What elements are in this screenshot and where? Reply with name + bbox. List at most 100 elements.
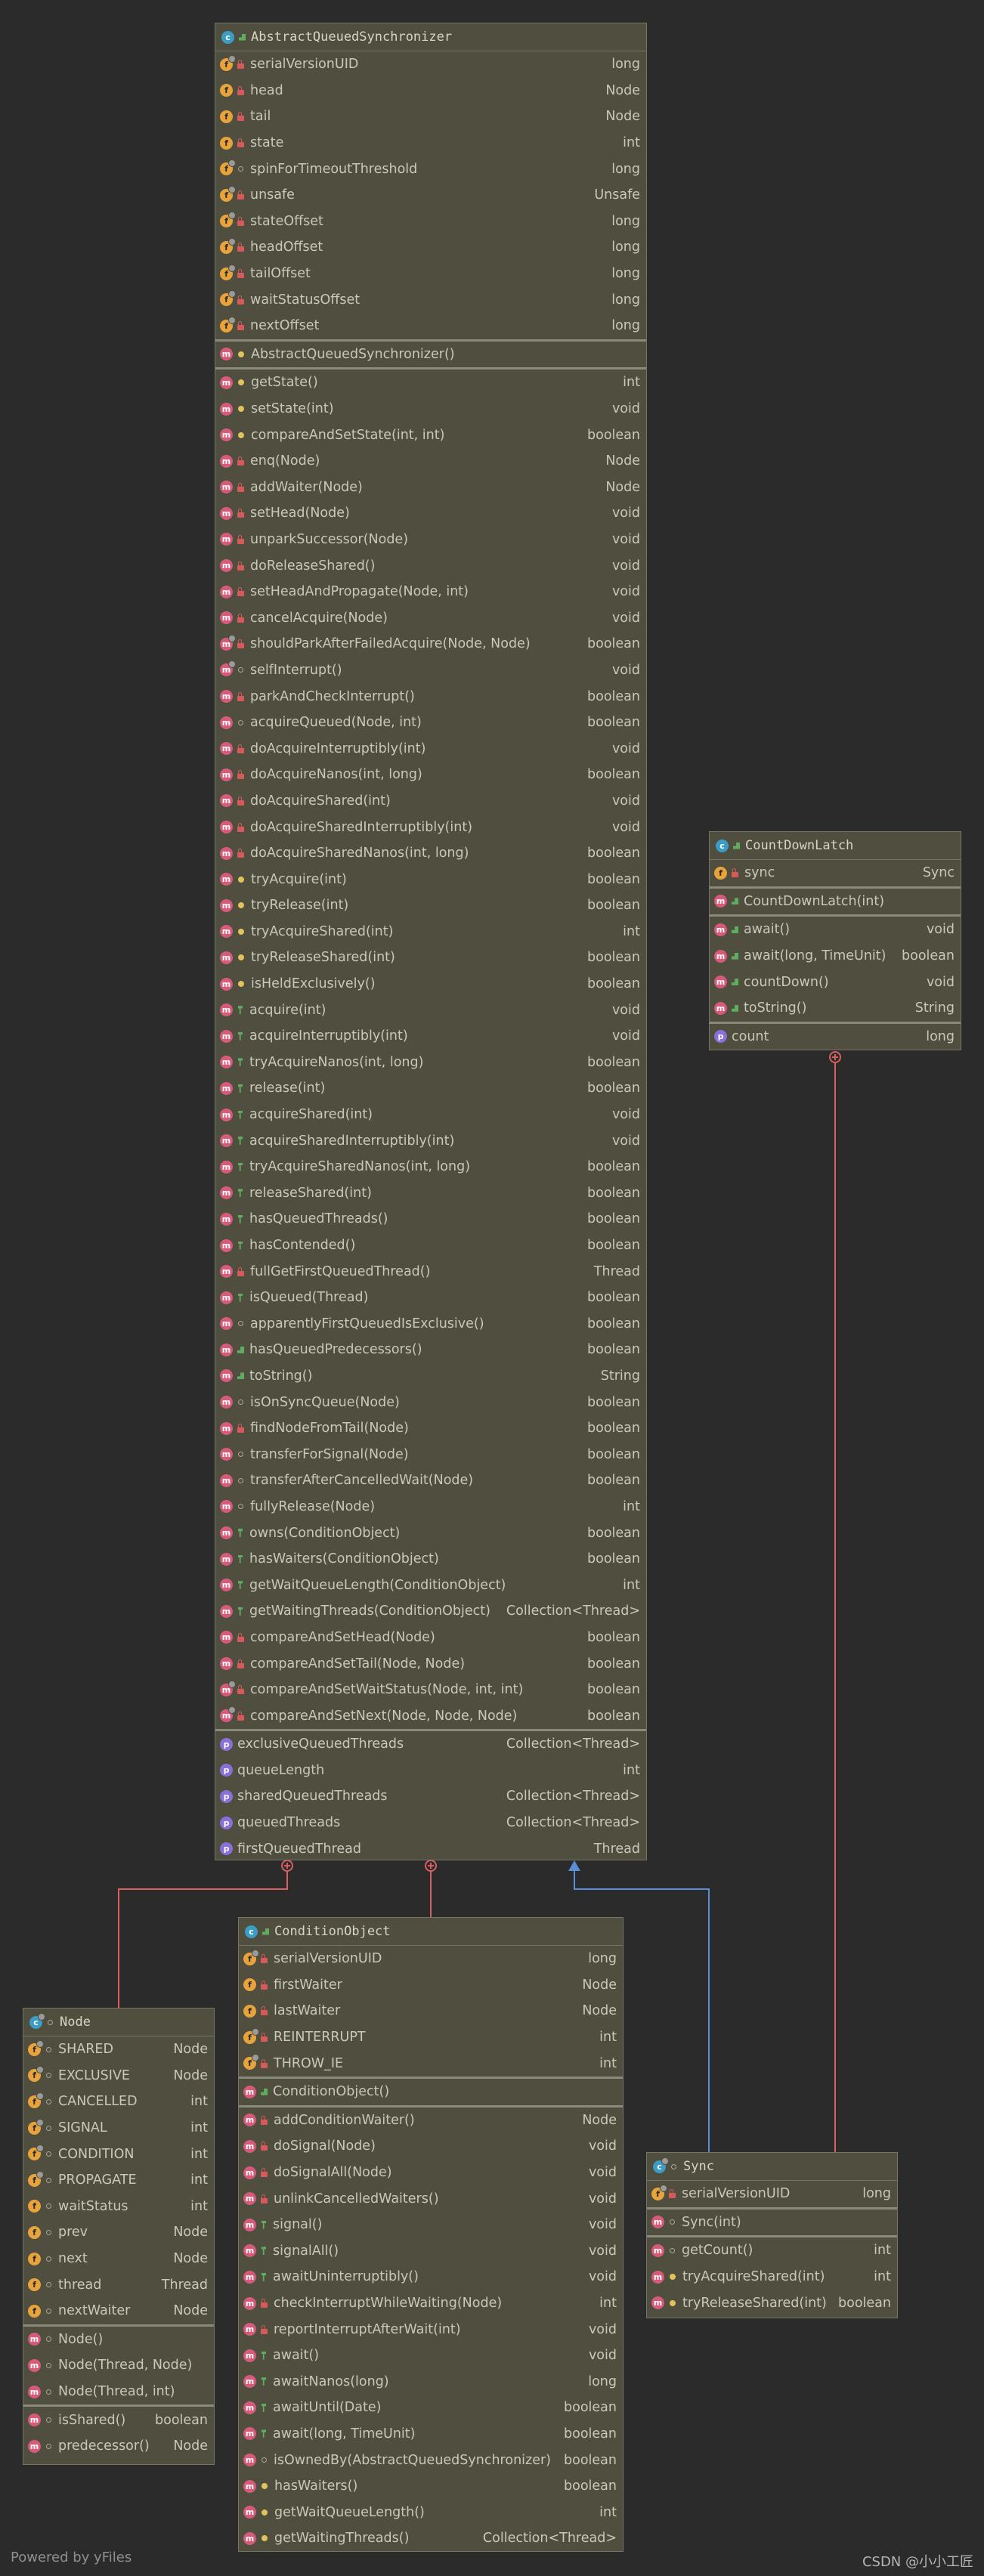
method-row[interactable]: m isQueued(Thread) boolean [215,1285,646,1311]
method-row[interactable]: m cancelAcquire(Node) void [215,605,646,631]
method-row[interactable]: m apparentlyFirstQueuedIsExclusive() boole… [215,1311,646,1337]
method-row[interactable]: m tryAcquireSharedNanos(int, long) boolean [215,1154,646,1180]
method-row[interactable]: m acquireShared(int) void [215,1102,646,1128]
method-row[interactable]: m release(int) boolean [215,1075,646,1102]
method-row[interactable]: m await() void [239,2343,623,2369]
field-row[interactable]: f state int [215,130,646,156]
method-row[interactable]: m compareAndSetHead(Node) boolean [215,1625,646,1651]
method-row[interactable]: m doAcquireSharedInterruptibly(int) void [215,814,646,840]
method-row[interactable]: m tryReleaseShared(int) boolean [215,945,646,971]
field-row[interactable]: f stateOffset long [215,209,646,235]
method-row[interactable]: m awaitUntil(Date) boolean [239,2395,623,2421]
field-row[interactable]: f tailOffset long [215,261,646,287]
field-row[interactable]: f tail Node [215,104,646,130]
field-row[interactable]: f CONDITION int [23,2141,214,2167]
method-row[interactable]: m getState() int [215,370,646,396]
method-row[interactable]: m doSignalAll(Node) void [239,2160,623,2186]
field-row[interactable]: f thread Thread [23,2271,214,2298]
field-row[interactable]: f lastWaiter Node [239,1998,623,2024]
method-row[interactable]: m tryAcquireShared(int) int [647,2264,897,2290]
method-row[interactable]: m signalAll() void [239,2238,623,2265]
method-row[interactable]: m tryAcquireShared(int) int [215,919,646,945]
method-row[interactable]: m getWaitQueueLength() int [239,2499,623,2525]
method-row[interactable]: m reportInterruptAfterWait(int) void [239,2316,623,2343]
field-row[interactable]: f serialVersionUID long [239,1946,623,1972]
method-row[interactable]: m enq(Node) Node [215,448,646,475]
property-row[interactable]: p sharedQueuedThreads Collection<Thread> [215,1783,646,1810]
method-row[interactable]: m doAcquireSharedNanos(int, long) boolean [215,840,646,867]
method-row[interactable]: m doAcquireNanos(int, long) boolean [215,762,646,788]
field-row[interactable]: f waitStatus int [23,2194,214,2220]
method-row[interactable]: m compareAndSetState(int, int) boolean [215,422,646,448]
method-row[interactable]: m isOwnedBy(AbstractQueuedSynchronizer) bo… [239,2447,623,2473]
method-row[interactable]: m setState(int) void [215,396,646,422]
method-row[interactable]: m predecessor() Node [23,2433,214,2460]
method-row[interactable]: m compareAndSetTail(Node, Node) boolean [215,1650,646,1677]
method-row[interactable]: m unlinkCancelledWaiters() void [239,2185,623,2212]
method-row[interactable]: m shouldParkAfterFailedAcquire(Node, Node… [215,631,646,657]
method-row[interactable]: m getCount() int [647,2237,897,2264]
method-row[interactable]: m await(long, TimeUnit) boolean [239,2421,623,2448]
field-row[interactable]: f waitStatusOffset long [215,286,646,313]
field-row[interactable]: f unsafe Unsafe [215,182,646,209]
field-row[interactable]: f REINTERRUPT int [239,2024,623,2051]
method-row[interactable]: m addConditionWaiter() Node [239,2107,623,2134]
method-row[interactable]: m selfInterrupt() void [215,657,646,684]
method-row[interactable]: m tryAcquireNanos(int, long) boolean [215,1050,646,1076]
method-row[interactable]: m ConditionObject() [239,2079,623,2105]
method-row[interactable]: m getWaitQueueLength(ConditionObject) int [215,1572,646,1598]
class-box-countdownlatch[interactable]: c CountDownLatch f sync Sync m CountDownLatch(… [709,831,961,1050]
method-row[interactable]: m owns(ConditionObject) boolean [215,1520,646,1546]
method-row[interactable]: m hasQueuedThreads() boolean [215,1206,646,1232]
method-row[interactable]: m hasWaiters() boolean [239,2473,623,2500]
field-row[interactable]: f SHARED Node [23,2036,214,2063]
method-row[interactable]: m acquireQueued(Node, int) boolean [215,710,646,736]
method-row[interactable]: m compareAndSetWaitStatus(Node, int, int)… [215,1677,646,1703]
property-row[interactable]: p count long [710,1024,961,1050]
method-row[interactable]: m countDown() void [710,969,961,995]
method-row[interactable]: m findNodeFromTail(Node) boolean [215,1415,646,1442]
method-row[interactable]: m await(long, TimeUnit) boolean [710,943,961,969]
method-row[interactable]: m tryAcquire(int) boolean [215,866,646,892]
property-row[interactable]: p queueLength int [215,1758,646,1784]
method-row[interactable]: m compareAndSetNext(Node, Node, Node) bool… [215,1702,646,1729]
method-row[interactable]: m hasContended() boolean [215,1232,646,1259]
field-row[interactable]: f headOffset long [215,234,646,261]
method-row[interactable]: m transferAfterCancelledWait(Node) boolean [215,1467,646,1494]
field-row[interactable]: f CANCELLED int [23,2089,214,2115]
method-row[interactable]: m AbstractQueuedSynchronizer() [215,342,646,368]
method-row[interactable]: m isOnSyncQueue(Node) boolean [215,1389,646,1415]
field-row[interactable]: f prev Node [23,2219,214,2246]
field-row[interactable]: f next Node [23,2246,214,2272]
method-row[interactable]: m toString() String [215,1363,646,1390]
method-row[interactable]: m addWaiter(Node) Node [215,475,646,501]
method-row[interactable]: m tryReleaseShared(int) boolean [647,2290,897,2316]
method-row[interactable]: m awaitUninterruptibly() void [239,2264,623,2290]
field-row[interactable]: f firstWaiter Node [239,1972,623,1999]
class-box-node[interactable]: c Node f SHARED Node f EXCLUSIVE Node f CANCELLED… [23,2008,215,2465]
method-row[interactable]: m toString() String [710,995,961,1022]
method-row[interactable]: m await() void [710,917,961,943]
method-row[interactable]: m checkInterruptWhileWaiting(Node) int [239,2290,623,2317]
method-row[interactable]: m hasQueuedPredecessors() boolean [215,1337,646,1363]
field-row[interactable]: f serialVersionUID long [215,51,646,78]
field-row[interactable]: f EXCLUSIVE Node [23,2063,214,2089]
field-row[interactable]: f spinForTimeoutThreshold long [215,156,646,182]
method-row[interactable]: m Node(Thread, int) [23,2379,214,2405]
method-row[interactable]: m doAcquireInterruptibly(int) void [215,735,646,762]
field-row[interactable]: f head Node [215,78,646,104]
method-row[interactable]: m doReleaseShared() void [215,552,646,579]
method-row[interactable]: m hasWaiters(ConditionObject) boolean [215,1546,646,1573]
field-row[interactable]: f THROW_IE int [239,2050,623,2077]
property-row[interactable]: p exclusiveQueuedThreads Collection<Thread… [215,1731,646,1758]
field-row[interactable]: f nextOffset long [215,313,646,339]
field-row[interactable]: f PROPAGATE int [23,2167,214,2194]
method-row[interactable]: m getWaitingThreads() Collection<Thread> [239,2525,623,2552]
method-row[interactable]: m isShared() boolean [23,2407,214,2433]
method-row[interactable]: m Node() [23,2327,214,2353]
method-row[interactable]: m acquireSharedInterruptibly(int) void [215,1127,646,1154]
method-row[interactable]: m acquire(int) void [215,997,646,1023]
field-row[interactable]: f serialVersionUID long [647,2181,897,2207]
method-row[interactable]: m releaseShared(int) boolean [215,1180,646,1207]
property-row[interactable]: p queuedThreads Collection<Thread> [215,1810,646,1836]
